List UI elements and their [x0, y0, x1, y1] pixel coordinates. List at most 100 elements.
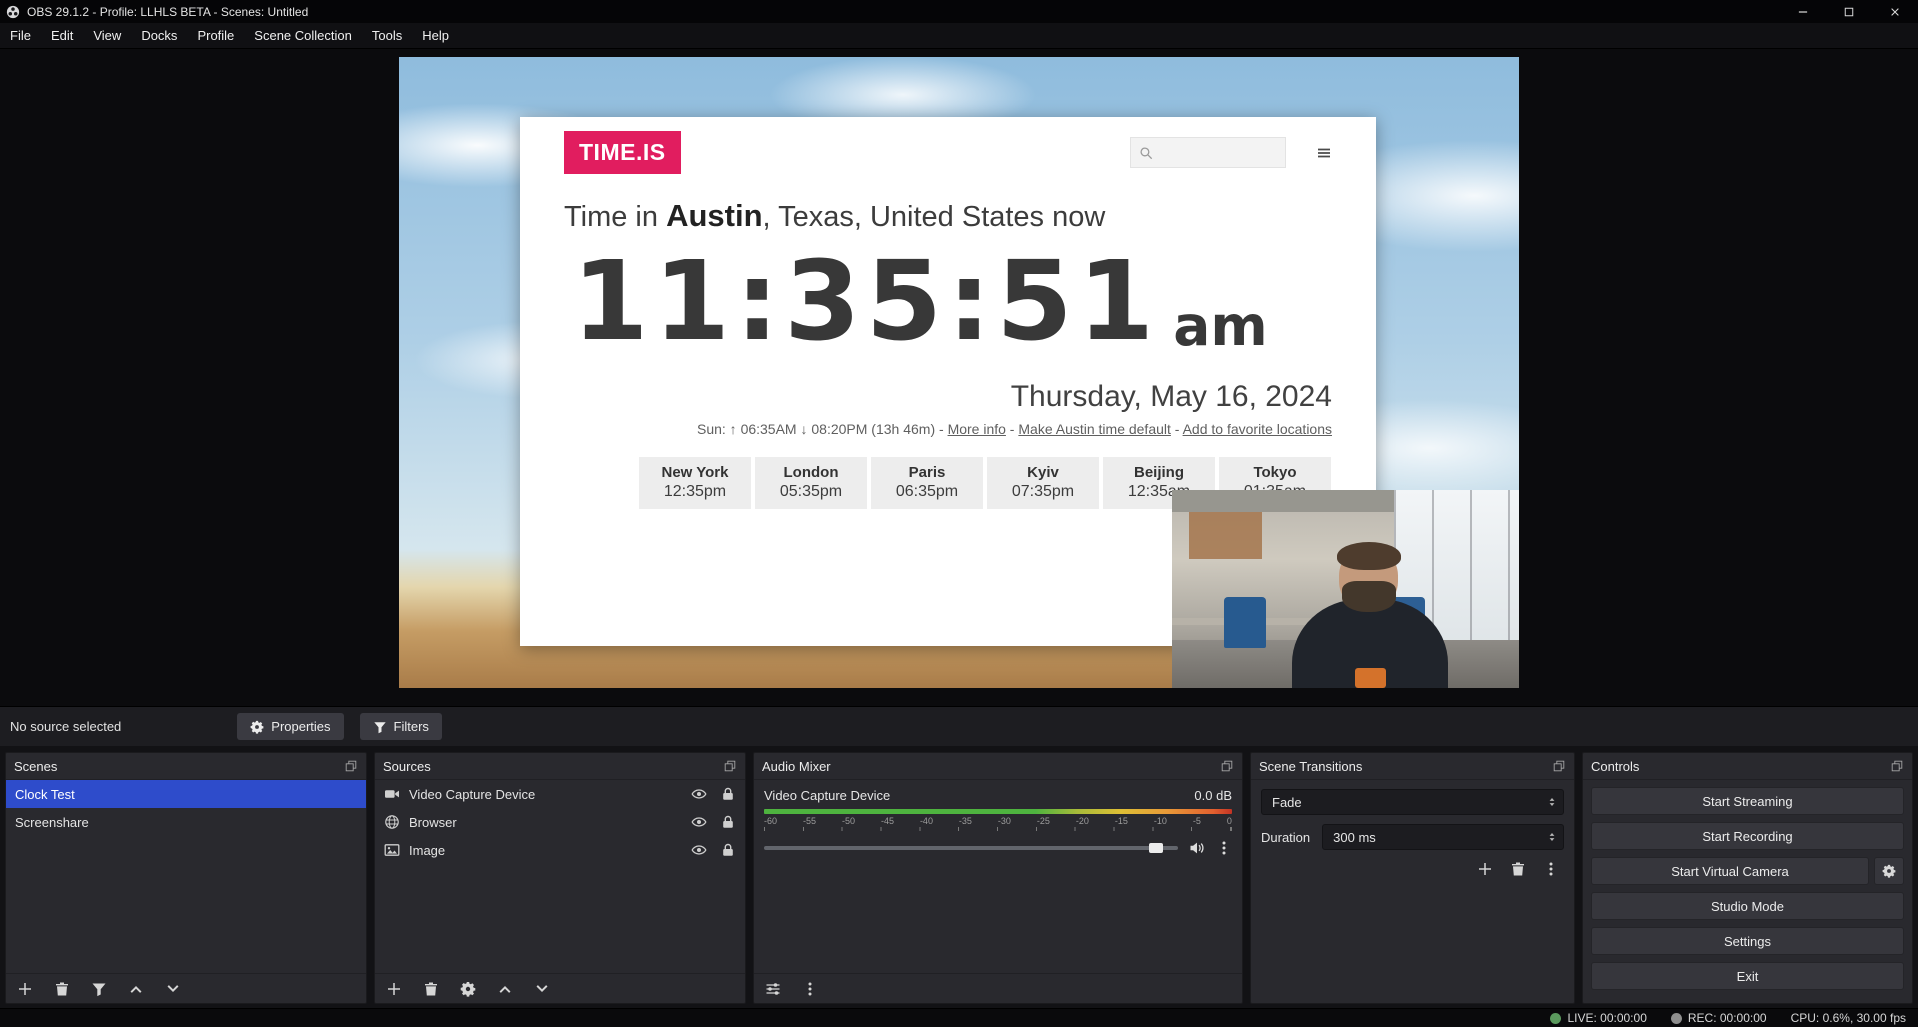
studio-mode-button[interactable]: Studio Mode [1591, 892, 1904, 920]
add-source-button[interactable] [386, 981, 402, 997]
timeis-sun-line: Sun: ↑ 06:35AM ↓ 08:20PM (13h 46m) - Mor… [520, 414, 1376, 437]
chevron-down-icon [1546, 796, 1558, 808]
volume-meter [764, 809, 1232, 814]
source-up-button[interactable] [497, 981, 513, 997]
person-beard [1342, 581, 1395, 612]
start-recording-button[interactable]: Start Recording [1591, 822, 1904, 850]
minimize-button[interactable] [1780, 0, 1826, 23]
source-item-browser[interactable]: Browser [375, 808, 745, 836]
remove-source-button[interactable] [423, 981, 439, 997]
controls-panel-title: Controls [1591, 759, 1890, 774]
settings-button[interactable]: Settings [1591, 927, 1904, 955]
transition-menu-button[interactable] [1543, 861, 1559, 877]
scenes-panel: Scenes Clock Test Screenshare [5, 752, 367, 1004]
hamburger-menu-icon [1316, 145, 1332, 161]
popout-icon[interactable] [1890, 759, 1904, 773]
timeis-city: Austin [666, 198, 762, 233]
sources-panel: Sources Video Capture Device Browser [374, 752, 746, 1004]
scene-item-clock-test[interactable]: Clock Test [6, 780, 366, 808]
popout-icon[interactable] [1220, 759, 1234, 773]
mixer-level-db: 0.0 dB [1194, 788, 1232, 803]
menu-file[interactable]: File [0, 23, 41, 48]
visibility-eye-icon[interactable] [691, 786, 707, 802]
menu-profile[interactable]: Profile [187, 23, 244, 48]
mixer-channel-name: Video Capture Device [764, 788, 890, 803]
timeis-header: TIME.IS [520, 117, 1376, 174]
transition-select[interactable]: Fade [1261, 789, 1564, 815]
live-indicator-icon [1550, 1013, 1561, 1024]
person-head [1339, 547, 1398, 609]
visibility-eye-icon[interactable] [691, 842, 707, 858]
source-down-button[interactable] [534, 981, 550, 997]
volume-slider[interactable] [764, 846, 1178, 850]
lock-icon[interactable] [720, 842, 736, 858]
meter-ticks [764, 827, 1232, 831]
scene-item-screenshare[interactable]: Screenshare [6, 808, 366, 836]
lock-icon[interactable] [720, 814, 736, 830]
volume-slider-handle[interactable] [1149, 843, 1163, 853]
remove-scene-button[interactable] [54, 981, 70, 997]
timeis-heading: Time in Austin, Texas, United States now [520, 174, 1376, 234]
source-item-image[interactable]: Image [375, 836, 745, 864]
context-bar: No source selected Properties Filters [0, 706, 1918, 746]
menu-edit[interactable]: Edit [41, 23, 83, 48]
duration-spinbox[interactable]: 300 ms [1322, 824, 1564, 850]
start-virtual-camera-button[interactable]: Start Virtual Camera [1591, 857, 1869, 885]
menu-tools[interactable]: Tools [362, 23, 412, 48]
rec-indicator-icon [1671, 1013, 1682, 1024]
scene-up-button[interactable] [128, 981, 144, 997]
menu-docks[interactable]: Docks [131, 23, 187, 48]
popout-icon[interactable] [344, 759, 358, 773]
camera-icon [384, 786, 400, 802]
globe-icon [384, 814, 400, 830]
exit-button[interactable]: Exit [1591, 962, 1904, 990]
webcam-overlay [1172, 490, 1519, 688]
mixer-menu-button[interactable] [802, 981, 818, 997]
popout-icon[interactable] [1552, 759, 1566, 773]
scene-transitions-panel: Scene Transitions Fade Duration 300 ms [1250, 752, 1575, 1004]
person-snack [1355, 668, 1385, 688]
preview-area: TIME.IS Time in Austin, Texas, United St… [0, 49, 1918, 706]
lock-icon[interactable] [720, 786, 736, 802]
advanced-audio-button[interactable] [765, 981, 781, 997]
scene-filters-button[interactable] [91, 981, 107, 997]
webcam-ceiling [1172, 490, 1401, 512]
maximize-button[interactable] [1826, 0, 1872, 23]
virtual-camera-settings-button[interactable] [1874, 857, 1904, 885]
scene-down-button[interactable] [165, 981, 181, 997]
remove-transition-button[interactable] [1510, 861, 1526, 877]
add-scene-button[interactable] [17, 981, 33, 997]
timeis-clock: 11:35:51 am [520, 234, 1376, 356]
menu-view[interactable]: View [83, 23, 131, 48]
scene-transitions-panel-title: Scene Transitions [1259, 759, 1552, 774]
world-clock-london: London05:35pm [755, 457, 867, 509]
visibility-eye-icon[interactable] [691, 814, 707, 830]
menu-scene-collection[interactable]: Scene Collection [244, 23, 362, 48]
sources-panel-title: Sources [383, 759, 723, 774]
start-streaming-button[interactable]: Start Streaming [1591, 787, 1904, 815]
person-hair [1337, 542, 1402, 571]
properties-button[interactable]: Properties [237, 713, 343, 740]
filters-button[interactable]: Filters [360, 713, 442, 740]
close-button[interactable] [1872, 0, 1918, 23]
add-transition-button[interactable] [1477, 861, 1493, 877]
world-clock-newyork: New York12:35pm [639, 457, 751, 509]
speaker-icon[interactable] [1189, 840, 1205, 856]
source-item-video-capture[interactable]: Video Capture Device [375, 780, 745, 808]
clock-ampm: am [1173, 299, 1267, 354]
timeis-search-box [1130, 137, 1286, 168]
duration-label: Duration [1261, 830, 1310, 845]
status-bar: LIVE: 00:00:00 REC: 00:00:00 CPU: 0.6%, … [0, 1008, 1918, 1027]
menu-help[interactable]: Help [412, 23, 459, 48]
source-properties-button[interactable] [460, 981, 476, 997]
audio-mixer-panel: Audio Mixer Video Capture Device 0.0 dB … [753, 752, 1243, 1004]
popout-icon[interactable] [723, 759, 737, 773]
live-status: LIVE: 00:00:00 [1550, 1011, 1646, 1025]
program-canvas[interactable]: TIME.IS Time in Austin, Texas, United St… [399, 57, 1519, 688]
spinner-arrows-icon[interactable] [1546, 831, 1558, 843]
controls-panel: Controls Start Streaming Start Recording… [1582, 752, 1913, 1004]
menubar: File Edit View Docks Profile Scene Colle… [0, 23, 1918, 49]
obs-logo-icon [6, 5, 20, 19]
titlebar: OBS 29.1.2 - Profile: LLHLS BETA - Scene… [0, 0, 1918, 23]
mixer-channel-menu-icon[interactable] [1216, 840, 1232, 856]
